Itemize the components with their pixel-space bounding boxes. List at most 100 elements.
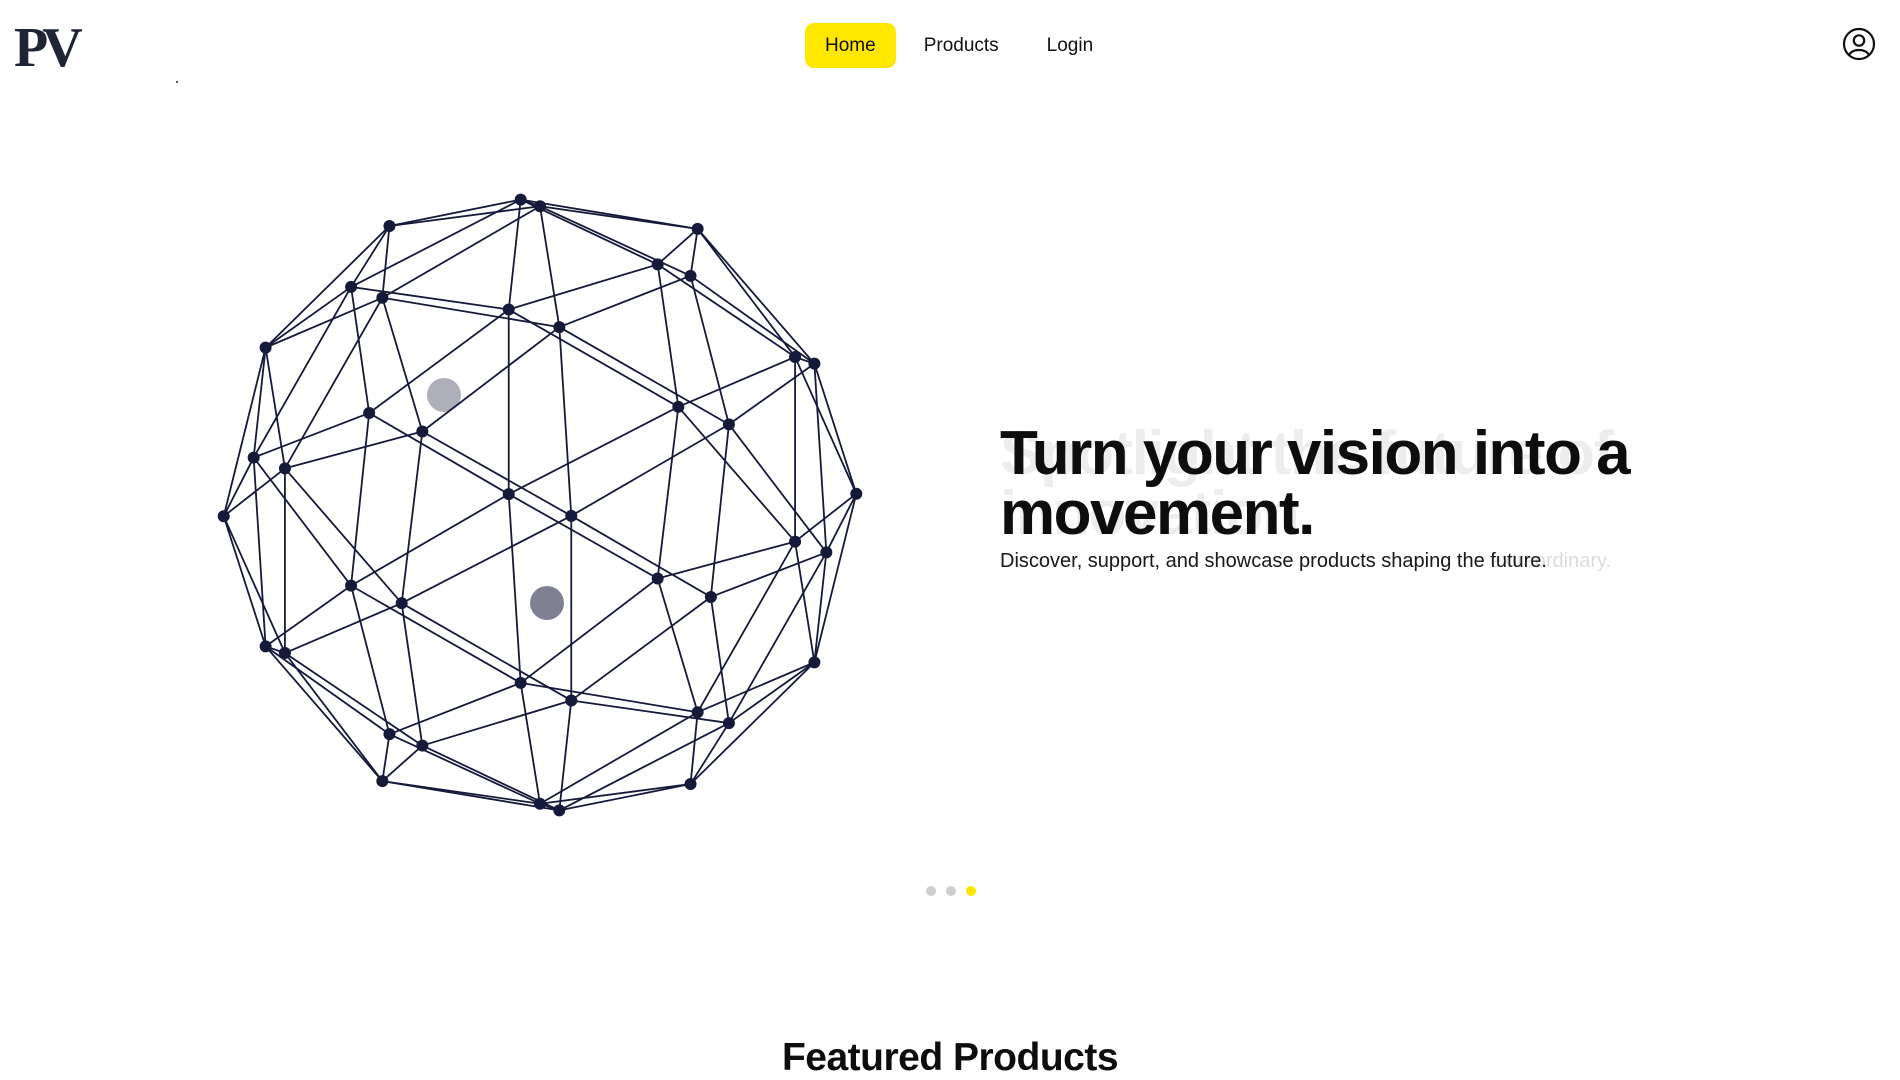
sphere-edge xyxy=(400,431,424,604)
sphere-edge xyxy=(284,652,423,747)
sphere-edge xyxy=(507,199,522,310)
carousel-dot[interactable] xyxy=(966,886,976,896)
sphere-node xyxy=(691,706,704,719)
sphere-edge xyxy=(689,228,699,276)
sphere-node xyxy=(534,200,546,213)
sphere-edge xyxy=(350,198,522,288)
sphere-node xyxy=(502,488,515,501)
sphere-edge xyxy=(508,308,679,408)
carousel-dots xyxy=(926,886,976,896)
carousel-dot[interactable] xyxy=(926,886,936,896)
sphere-node xyxy=(395,597,408,610)
sphere-edge xyxy=(350,584,522,684)
sphere-node xyxy=(383,219,396,232)
sphere-node xyxy=(534,797,546,810)
sphere-node xyxy=(514,193,527,206)
sphere-node xyxy=(345,280,358,293)
sphere-node xyxy=(514,676,527,689)
sphere-node xyxy=(363,407,376,420)
sphere-edge xyxy=(558,700,573,811)
sphere-node xyxy=(416,739,429,752)
sphere-edge xyxy=(264,645,384,782)
sphere-edge xyxy=(825,493,858,553)
nav-login[interactable]: Login xyxy=(1027,23,1114,68)
nav-home[interactable]: Home xyxy=(805,23,896,68)
sphere-edge xyxy=(350,412,371,586)
sphere-edge xyxy=(696,228,816,365)
sphere-edge xyxy=(709,424,730,598)
sphere-edge xyxy=(222,347,267,517)
sphere-edge xyxy=(657,228,699,266)
sphere-edge xyxy=(709,596,730,724)
sphere-edge xyxy=(558,327,573,516)
sphere-edge xyxy=(520,198,698,230)
sphere-edge xyxy=(558,274,691,328)
sphere-node xyxy=(684,778,697,791)
sphere-edge xyxy=(539,206,561,328)
sphere-edge xyxy=(656,578,699,713)
sphere-edge xyxy=(507,494,522,683)
sphere-node xyxy=(278,462,291,475)
sphere-edge xyxy=(284,652,384,782)
sphere-edge xyxy=(508,406,679,495)
sphere-edge xyxy=(794,356,858,495)
sphere-node xyxy=(808,656,821,669)
sphere-edge xyxy=(389,682,522,736)
sphere-highlight xyxy=(530,586,564,620)
user-circle-icon[interactable] xyxy=(1842,27,1876,61)
sphere-edge xyxy=(284,602,403,654)
stray-dot xyxy=(176,81,178,83)
sphere-edge xyxy=(381,734,391,782)
sphere-edge xyxy=(252,457,352,587)
sphere-node xyxy=(789,535,802,548)
main-nav: Home Products Login xyxy=(805,23,1113,68)
sphere-node xyxy=(416,425,429,438)
sphere-edge xyxy=(381,297,424,432)
sphere-node xyxy=(672,400,685,413)
sphere-edge xyxy=(422,699,572,747)
sphere-node xyxy=(247,451,260,464)
sphere-edge xyxy=(559,783,691,812)
sphere-edge xyxy=(728,423,828,553)
nav-products[interactable]: Products xyxy=(904,23,1019,68)
sphere-edge xyxy=(381,744,423,782)
sphere-edge xyxy=(558,326,730,426)
hero-title: Turn your vision into a movement. xyxy=(1000,419,1631,548)
sphere-edge xyxy=(657,263,796,358)
sphere-edge xyxy=(284,467,403,604)
sphere-node xyxy=(565,694,578,707)
carousel-dot[interactable] xyxy=(946,886,956,896)
pv-logo[interactable]: PV xyxy=(14,20,83,76)
landing-page: PV Home Products Login Spotlight the fut… xyxy=(0,0,1900,1080)
sphere-node xyxy=(820,546,833,559)
sphere-edge xyxy=(508,263,658,311)
sphere-edge xyxy=(368,412,510,495)
sphere-node xyxy=(722,418,735,431)
network-sphere-icon xyxy=(217,193,863,817)
sphere-edge xyxy=(696,228,796,358)
sphere-node xyxy=(565,509,578,522)
sphere-edge xyxy=(558,722,730,812)
sphere-node xyxy=(691,222,704,235)
sphere-edge xyxy=(381,205,541,299)
sphere-node xyxy=(259,341,272,354)
sphere-node xyxy=(217,510,230,523)
hero-subtitle: Discover, support, and showcase products… xyxy=(1000,550,1547,572)
sphere-edge xyxy=(389,198,521,227)
sphere-edge xyxy=(222,457,255,517)
sphere-edge xyxy=(519,682,541,804)
sphere-node xyxy=(808,357,821,370)
sphere-edge xyxy=(382,780,560,812)
sphere-edge xyxy=(813,493,858,663)
sphere-edge xyxy=(350,286,371,414)
sphere-edge xyxy=(265,584,352,648)
sphere-node xyxy=(553,804,566,817)
sphere-node xyxy=(278,647,291,660)
sphere-highlight xyxy=(427,378,461,412)
sphere-edge xyxy=(570,515,712,598)
sphere-edge xyxy=(656,406,680,579)
sphere-node xyxy=(553,321,566,334)
sphere-node xyxy=(502,303,515,316)
sphere-edge xyxy=(677,406,796,543)
sphere-node xyxy=(704,590,717,603)
